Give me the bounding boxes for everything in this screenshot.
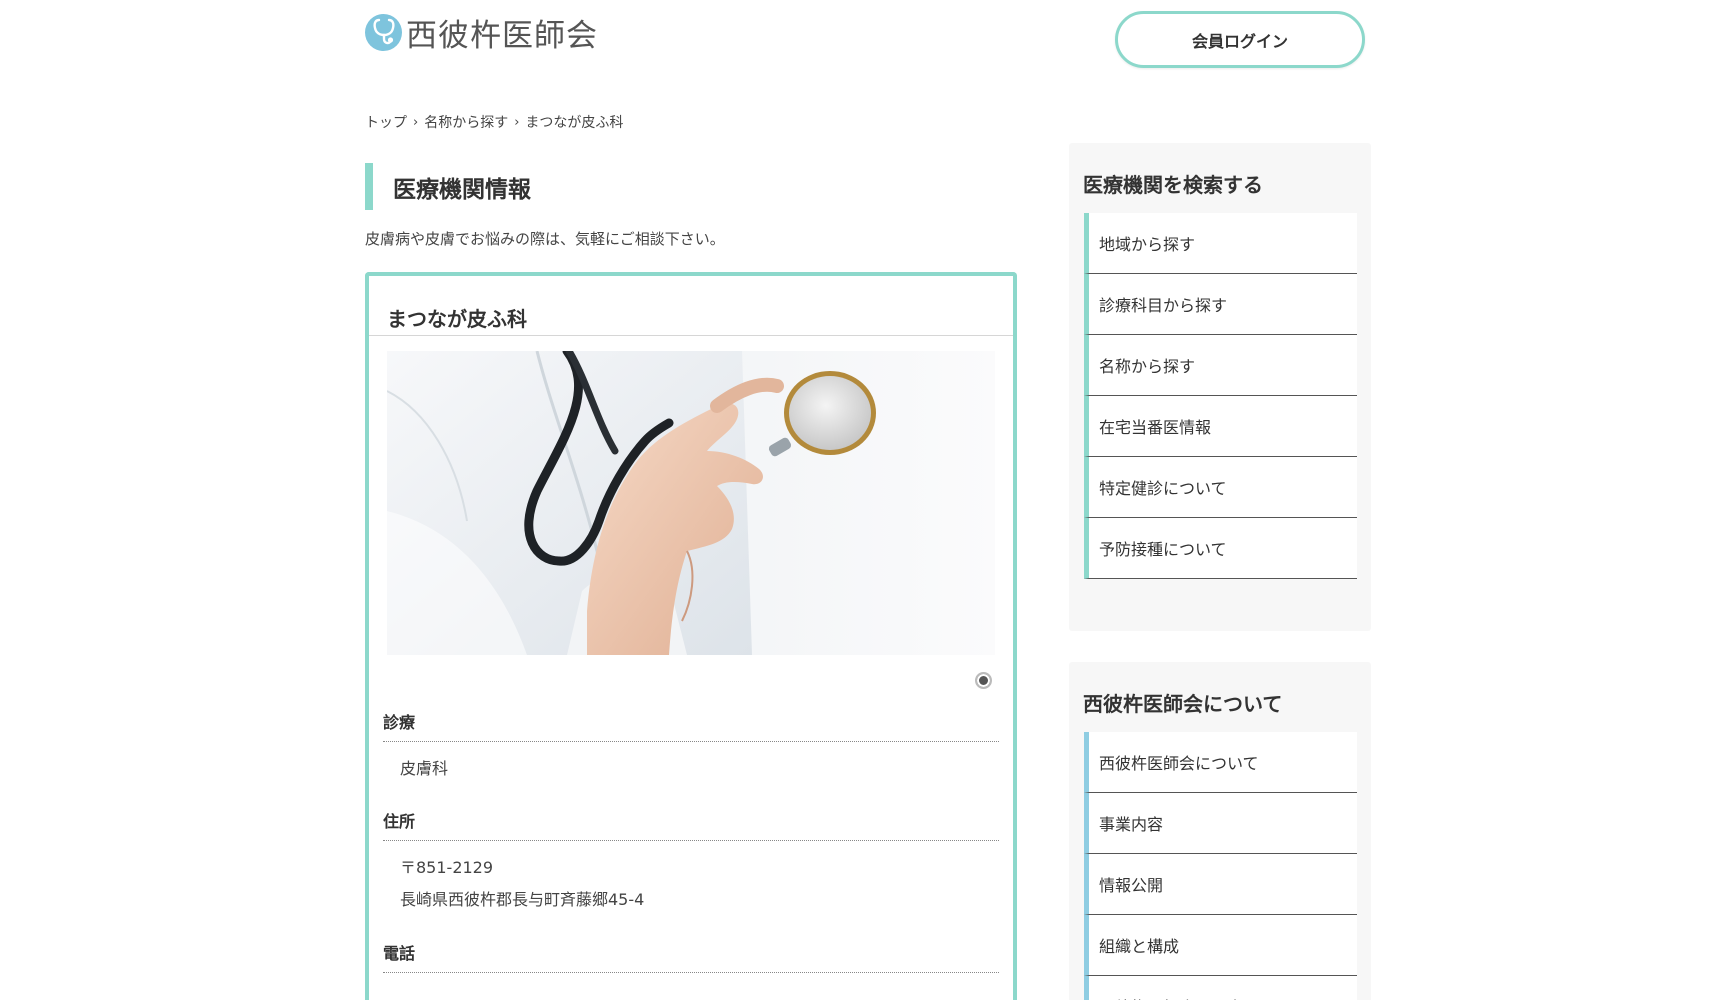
sidebar-about-box: 西彼杵医師会について 西彼杵医師会について 事業内容 情報公開 組織と構成 西彼… (1069, 662, 1371, 1000)
member-login-button[interactable]: 会員ログイン (1115, 11, 1365, 68)
breadcrumb: トップ › 名称から探す › まつなが皮ふ科 (365, 112, 623, 132)
intro-text: 皮膚病や皮膚でお悩みの際は、気軽にご相談下さい。 (365, 230, 725, 248)
stethoscope-icon (365, 13, 402, 51)
sidebar-item-health-checkup[interactable]: 特定健診について (1084, 457, 1357, 518)
clinic-name: まつなが皮ふ科 (369, 276, 1013, 336)
breadcrumb-separator: › (514, 114, 520, 130)
sidebar-item-by-name[interactable]: 名称から探す (1084, 335, 1357, 396)
breadcrumb-current: まつなが皮ふ科 (525, 115, 624, 131)
breadcrumb-separator: › (413, 114, 419, 130)
clinic-card: まつなが皮ふ科 診療 皮膚科 住所 〒851-2129 長崎県西彼杵郡長与町斉藤… (365, 272, 1017, 1000)
clinic-photo (387, 351, 995, 655)
breadcrumb-link-search-by-name[interactable]: 名称から探す (424, 112, 508, 132)
sidebar-about-list: 西彼杵医師会について 事業内容 情報公開 組織と構成 西彼杵医師会の歴史 (1084, 732, 1357, 1000)
breadcrumb-link-top[interactable]: トップ (365, 112, 407, 132)
sidebar-item-disclosure[interactable]: 情報公開 (1084, 854, 1357, 915)
sidebar-search-list: 地域から探す 診療科目から探す 名称から探す 在宅当番医情報 特定健診について … (1084, 213, 1357, 579)
field-value-address: 長崎県西彼杵郡長与町斉藤郷45-4 (400, 890, 645, 909)
field-value-postal-code: 〒851-2129 (400, 858, 494, 877)
main-content: 医療機関情報 皮膚病や皮膚でお悩みの際は、気軽にご相談下さい。 まつなが皮ふ科 (365, 163, 1017, 1000)
sidebar-item-by-department[interactable]: 診療科目から探す (1084, 274, 1357, 335)
site-header: 西彼杵医師会 会員ログイン (365, 0, 1365, 80)
sidebar-search-title: 医療機関を検索する (1083, 173, 1263, 197)
sidebar-item-home-duty-doctor[interactable]: 在宅当番医情報 (1084, 396, 1357, 457)
field-label-address: 住所 (383, 808, 999, 841)
page-title: 医療機関情報 (365, 163, 1017, 210)
site-name: 西彼杵医師会 (406, 17, 598, 54)
sidebar-item-activities[interactable]: 事業内容 (1084, 793, 1357, 854)
field-label-phone: 電話 (383, 940, 999, 973)
sidebar-item-organization[interactable]: 組織と構成 (1084, 915, 1357, 976)
sidebar-item-history[interactable]: 西彼杵医師会の歴史 (1084, 976, 1357, 1000)
sidebar-search-box: 医療機関を検索する 地域から探す 診療科目から探す 名称から探す 在宅当番医情報… (1069, 143, 1371, 631)
sidebar-item-vaccination[interactable]: 予防接種について (1084, 518, 1357, 579)
field-label-department: 診療 (383, 709, 999, 742)
sidebar-item-about-association[interactable]: 西彼杵医師会について (1084, 732, 1357, 793)
sidebar-about-title: 西彼杵医師会について (1083, 692, 1283, 716)
field-value-department: 皮膚科 (400, 759, 449, 778)
sidebar-item-by-region[interactable]: 地域から探す (1084, 213, 1357, 274)
site-logo[interactable]: 西彼杵医師会 (365, 12, 598, 54)
slide-dot-icon[interactable] (975, 672, 992, 689)
